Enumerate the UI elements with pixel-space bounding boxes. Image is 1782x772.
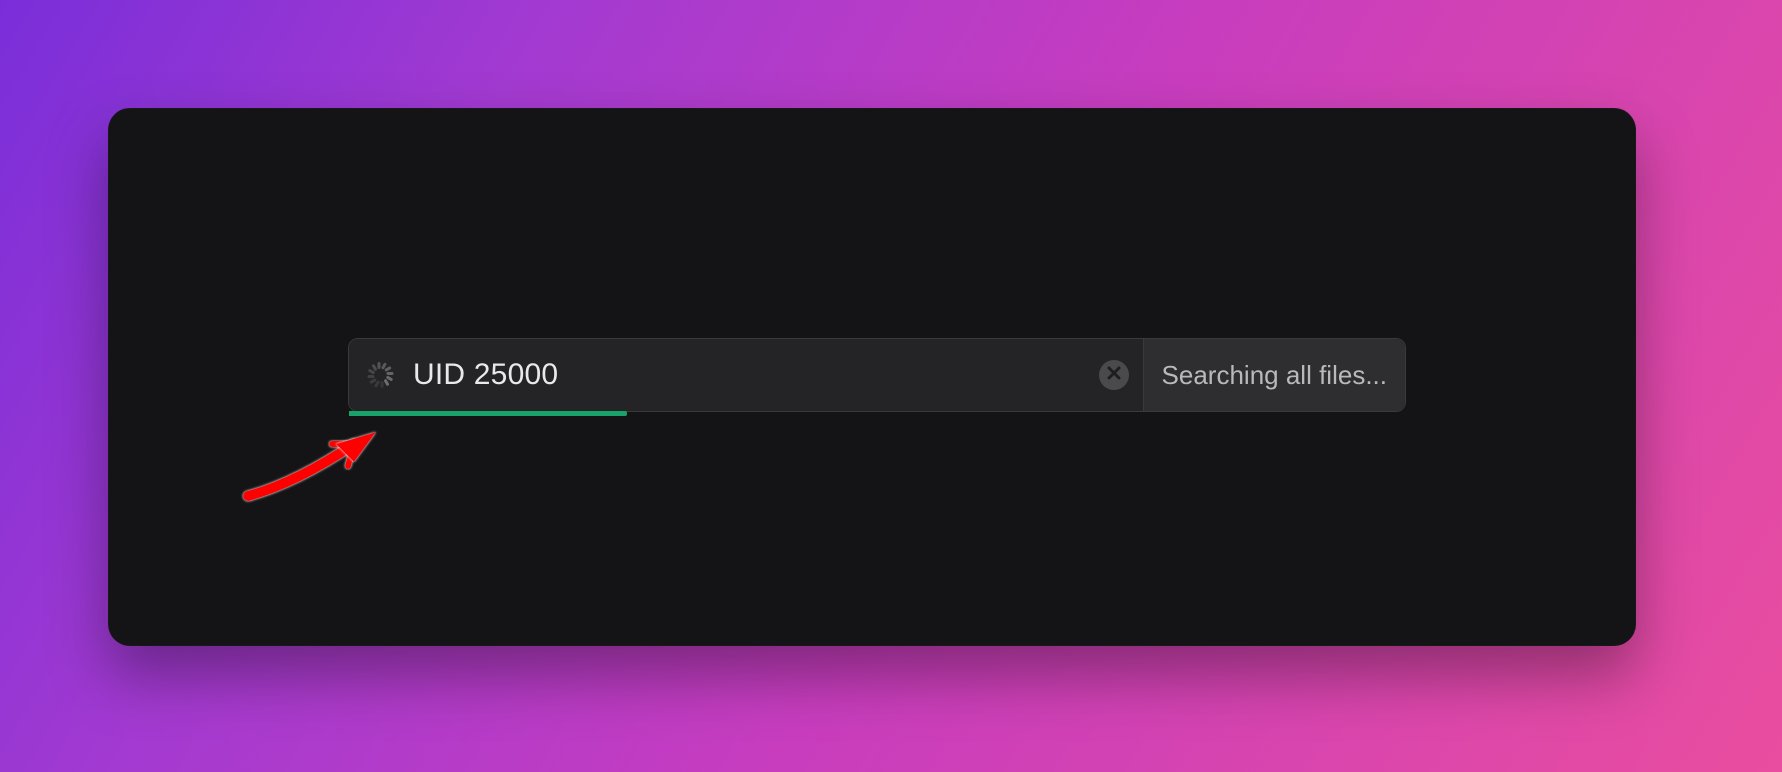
search-progress-bar bbox=[349, 411, 627, 416]
search-scope-dropdown[interactable]: Searching all files... bbox=[1143, 339, 1405, 411]
search-scope-label: Searching all files... bbox=[1162, 360, 1387, 391]
clear-search-button[interactable] bbox=[1099, 360, 1129, 390]
search-palette-window: Searching all files... bbox=[108, 108, 1636, 646]
annotation-arrow-icon bbox=[236, 428, 396, 508]
search-input[interactable] bbox=[413, 339, 1099, 411]
search-bar: Searching all files... bbox=[348, 338, 1406, 412]
search-input-wrap bbox=[349, 339, 1143, 411]
loading-spinner-icon bbox=[369, 362, 395, 388]
close-icon bbox=[1107, 366, 1121, 385]
